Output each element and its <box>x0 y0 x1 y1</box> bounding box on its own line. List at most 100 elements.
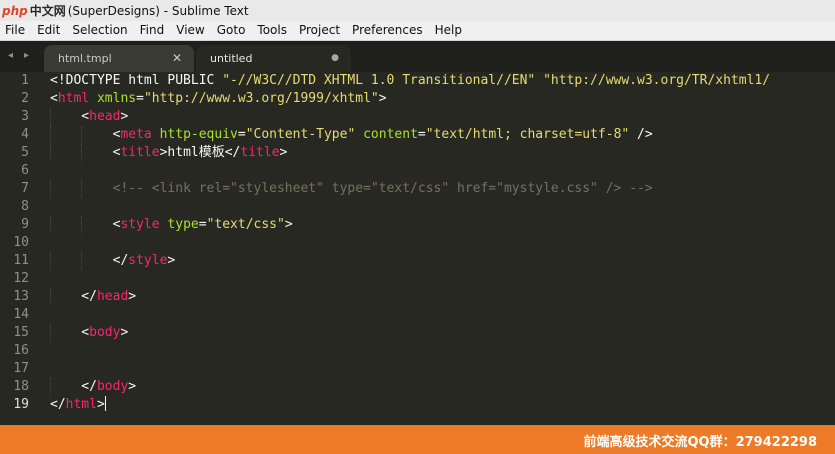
menu-view[interactable]: View <box>170 21 210 40</box>
code-token: style <box>128 253 168 268</box>
code-token: > <box>167 253 176 268</box>
indent-guide <box>50 252 52 270</box>
tab-scroll-left-icon[interactable]: ◂ <box>8 50 13 61</box>
line-number: 16 <box>13 343 29 358</box>
code-token: /> <box>629 127 653 142</box>
code-line[interactable]: <html xmlns="http://www.w3.org/1999/xhtm… <box>50 90 835 108</box>
line-number: 4 <box>21 127 29 142</box>
indent-guide <box>50 216 52 234</box>
line-number: 18 <box>13 379 29 394</box>
code-line[interactable] <box>50 270 835 288</box>
code-token: <!DOCTYPE html PUBLIC <box>50 73 223 88</box>
code-line[interactable]: <title>html模板</title> <box>50 144 835 162</box>
code-token: "-//W3C//DTD XHTML 1.0 Transitional//EN" <box>222 73 536 88</box>
code-line[interactable]: </html> <box>50 396 835 414</box>
code-token: title <box>120 145 160 160</box>
code-token: > <box>128 289 137 304</box>
tab-html-tmpl[interactable]: html.tmpl ✕ <box>44 45 194 72</box>
menu-selection[interactable]: Selection <box>66 21 133 40</box>
code-token: "text/css" <box>206 217 285 232</box>
code-token: > <box>96 397 105 412</box>
menu-goto[interactable]: Goto <box>211 21 252 40</box>
code-token: body <box>89 325 121 340</box>
code-token: > <box>128 379 137 394</box>
indent-guide <box>81 180 83 198</box>
code-area[interactable]: <!DOCTYPE html PUBLIC "-//W3C//DTD XHTML… <box>50 72 835 425</box>
menu-edit[interactable]: Edit <box>31 21 66 40</box>
indent-guide <box>50 126 52 144</box>
code-token: html <box>57 91 90 106</box>
code-token: meta <box>120 127 152 142</box>
code-line[interactable] <box>50 198 835 216</box>
code-token: body <box>96 379 129 394</box>
code-token: head <box>96 289 129 304</box>
code-token: http-equiv <box>159 127 238 142</box>
code-line[interactable]: </body> <box>50 378 835 396</box>
line-number: 3 <box>21 109 29 124</box>
tab-label: untitled <box>210 52 253 65</box>
line-number: 2 <box>21 91 29 106</box>
indent-guide <box>50 180 52 198</box>
indent-guide <box>50 378 52 396</box>
title-bar: php 中文网 (SuperDesigns) - Sublime Text <box>0 0 835 21</box>
code-line[interactable]: <!-- <link rel="stylesheet" type="text/c… <box>50 180 835 198</box>
line-number: 17 <box>13 361 29 376</box>
code-token: = <box>237 127 246 142</box>
menu-file[interactable]: File <box>0 21 31 40</box>
menu-tools[interactable]: Tools <box>251 21 293 40</box>
code-token: < <box>50 91 58 106</box>
code-token: style <box>120 217 160 232</box>
code-line[interactable] <box>50 234 835 252</box>
code-token: > <box>284 217 293 232</box>
banner-text: 前端高级技术交流QQ群：279422298 <box>583 435 817 450</box>
indent-guide <box>81 252 83 270</box>
indent-guide <box>81 144 83 162</box>
indent-guide <box>50 144 52 162</box>
line-number: 1 <box>21 73 29 88</box>
code-line[interactable] <box>50 342 835 360</box>
code-token: </ <box>50 397 66 412</box>
code-token: < <box>50 145 121 160</box>
code-line[interactable] <box>50 162 835 180</box>
tab-label: html.tmpl <box>58 52 112 65</box>
tab-scroll-right-icon[interactable]: ▸ <box>24 50 29 61</box>
tab-untitled[interactable]: untitled ● <box>196 45 351 72</box>
code-line[interactable]: <style type="text/css"> <box>50 216 835 234</box>
unsaved-dot-icon[interactable]: ● <box>331 53 339 63</box>
code-token: < <box>50 109 90 124</box>
code-token: = <box>136 91 144 106</box>
code-token: "Content-Type" <box>245 127 356 142</box>
code-line[interactable]: <body> <box>50 324 835 342</box>
code-token: type <box>167 217 199 232</box>
code-line[interactable]: <meta http-equiv="Content-Type" content=… <box>50 126 835 144</box>
line-number: 5 <box>21 145 29 160</box>
menu-preferences[interactable]: Preferences <box>346 21 429 40</box>
code-line[interactable] <box>50 306 835 324</box>
code-token: < <box>50 127 121 142</box>
code-token: title <box>240 145 280 160</box>
close-icon[interactable]: ✕ <box>172 51 182 65</box>
line-number: 7 <box>21 181 29 196</box>
menu-project[interactable]: Project <box>293 21 346 40</box>
menu-find[interactable]: Find <box>134 21 171 40</box>
code-line[interactable] <box>50 360 835 378</box>
code-token: < <box>50 217 121 232</box>
line-number: 10 <box>13 235 29 250</box>
code-token: </ <box>50 253 129 268</box>
menu-help[interactable]: Help <box>429 21 468 40</box>
code-token: </ <box>50 379 97 394</box>
code-token: > <box>120 109 129 124</box>
indent-guide <box>50 108 52 126</box>
promo-banner: 前端高级技术交流QQ群：279422298 <box>0 425 835 454</box>
logo-php-text: php <box>2 3 28 18</box>
code-editor[interactable]: 1 2 3 4 5 6 7 8 9 10 11 12 13 14 15 16 17 18 19 <!DOCTYPE … <box>0 72 835 425</box>
indent-guide <box>81 126 83 144</box>
code-token: "http://www.w3.org/TR/xhtml1/ <box>543 73 771 88</box>
code-line[interactable]: <head> <box>50 108 835 126</box>
code-line[interactable]: </style> <box>50 252 835 270</box>
code-line[interactable]: <!DOCTYPE html PUBLIC "-//W3C//DTD XHTML… <box>50 72 835 90</box>
line-number: 8 <box>21 199 29 214</box>
code-line[interactable]: </head> <box>50 288 835 306</box>
